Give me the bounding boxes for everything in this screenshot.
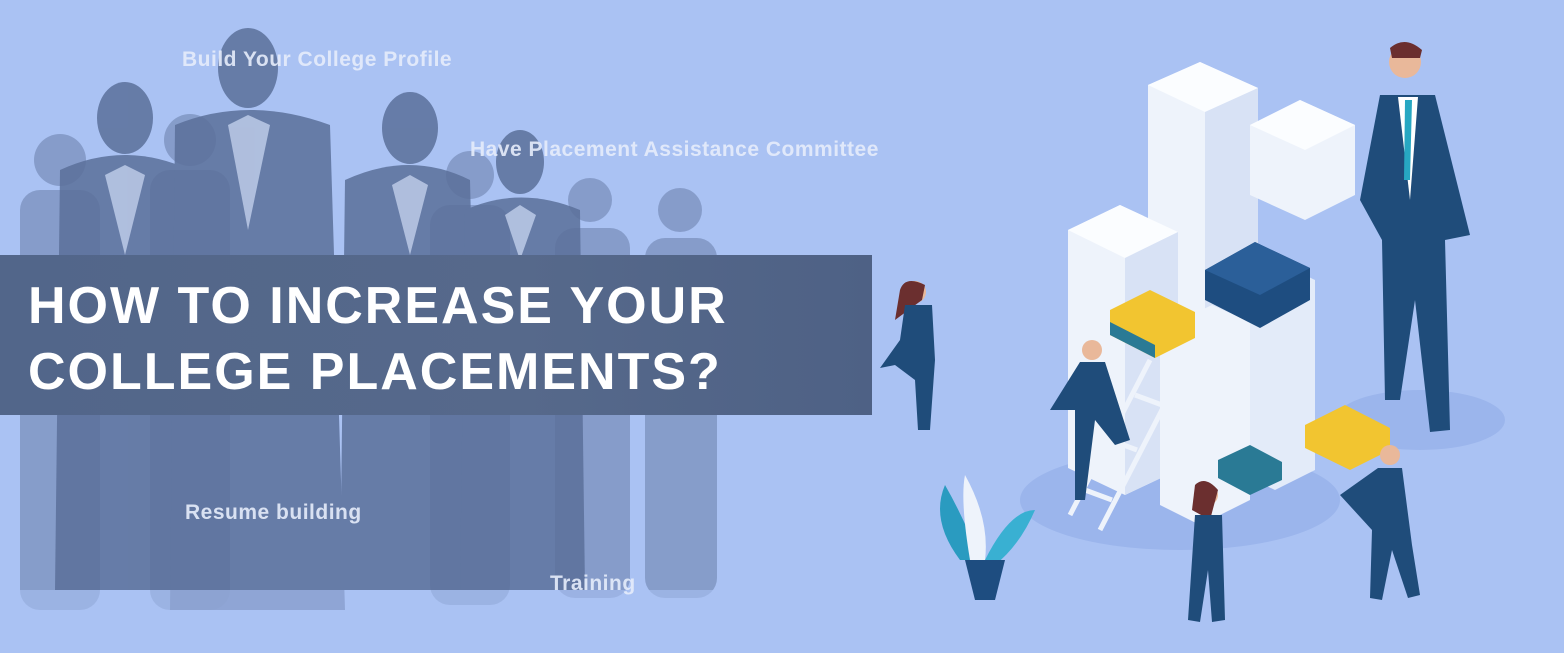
title-line-2: COLLEGE PLACEMENTS? <box>28 343 722 401</box>
title-line-1: HOW TO INCREASE YOUR <box>28 277 728 335</box>
isometric-office-illustration <box>880 41 1505 622</box>
caption-resume-building: Resume building <box>185 501 362 524</box>
caption-placement-committee: Have Placement Assistance Committee <box>470 138 879 161</box>
caption-training: Training <box>550 572 636 595</box>
title-banner: HOW TO INCREASE YOUR COLLEGE PLACEMENTS? <box>0 255 872 415</box>
page-title: HOW TO INCREASE YOUR COLLEGE PLACEMENTS? <box>28 273 728 405</box>
caption-build-profile: Build Your College Profile <box>182 48 453 71</box>
potted-plant <box>940 475 1035 600</box>
